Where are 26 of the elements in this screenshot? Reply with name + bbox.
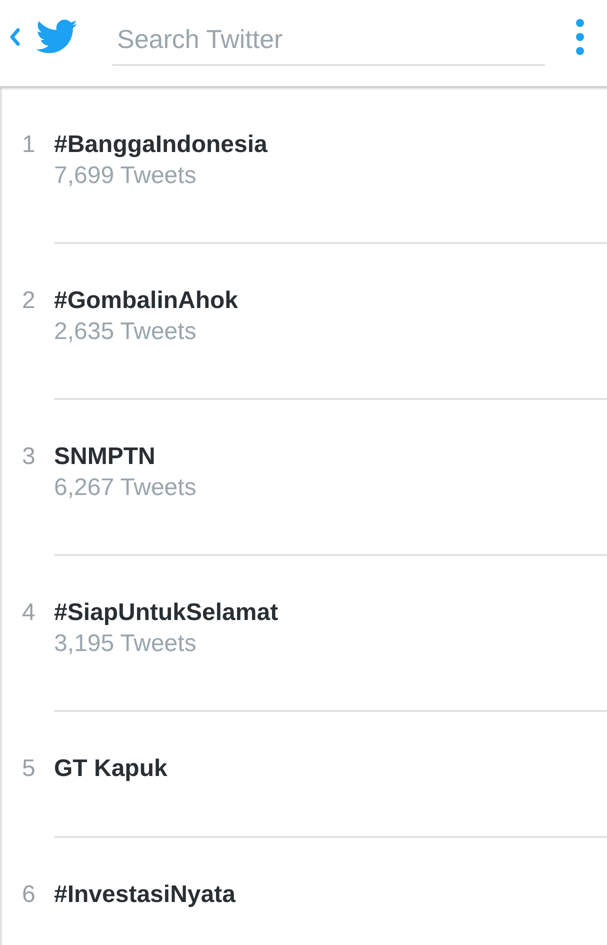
trend-name: SNMPTN	[54, 442, 156, 472]
trend-rank: 3	[21, 442, 36, 472]
bird-icon	[36, 19, 78, 55]
trend-item[interactable]: 4 #SiapUntukSelamat 3,195 Tweets	[2, 556, 607, 712]
trend-item[interactable]: 2 #GombalinAhok 2,635 Tweets	[2, 244, 607, 400]
trend-rank: 1	[21, 130, 36, 160]
trend-item[interactable]: 6 #InvestasiNyata	[2, 838, 607, 945]
tweet-count: 7,699 Tweets	[54, 161, 198, 191]
trend-item[interactable]: 3 SNMPTN 6,267 Tweets	[2, 400, 607, 556]
trend-rank: 6	[21, 880, 36, 910]
trend-rank: 5	[21, 754, 36, 784]
trend-item[interactable]: 1 #BanggaIndonesia 7,699 Tweets	[2, 88, 607, 244]
trend-name: #BanggaIndonesia	[54, 130, 268, 160]
trend-name: GT Kapuk	[54, 754, 168, 784]
tweet-count: 3,195 Tweets	[54, 629, 198, 659]
trend-item[interactable]: 5 GT Kapuk	[2, 712, 607, 838]
trend-name: #GombalinAhok	[54, 286, 240, 316]
trend-name: #InvestasiNyata	[54, 880, 237, 910]
trend-rank: 2	[21, 286, 36, 316]
more-options-icon[interactable]	[575, 18, 585, 56]
tweet-count: 6,267 Tweets	[54, 473, 198, 503]
tweet-count: 2,635 Tweets	[54, 317, 198, 347]
trend-rank: 4	[21, 598, 36, 628]
back-button[interactable]	[8, 27, 22, 47]
trend-name: #SiapUntukSelamat	[54, 598, 280, 628]
search-field[interactable]: Search Twitter	[112, 14, 545, 66]
